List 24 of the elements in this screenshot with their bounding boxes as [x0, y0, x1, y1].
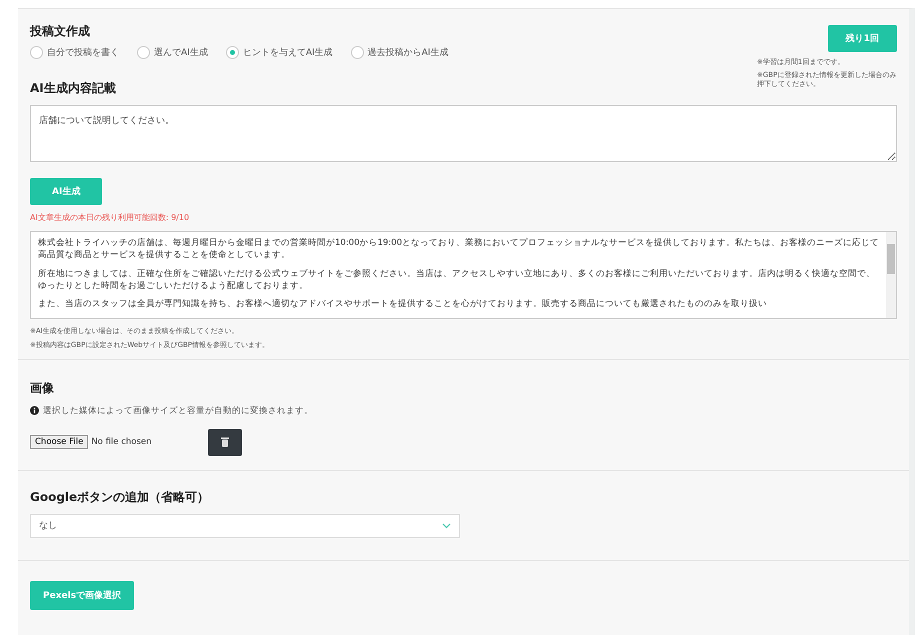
- section-title: 投稿文作成: [30, 23, 91, 40]
- trash-icon: [221, 437, 230, 448]
- file-status: No file chosen: [91, 437, 153, 448]
- info-icon: [30, 406, 39, 416]
- google-button-select[interactable]: なし: [30, 514, 460, 538]
- prompt-field[interactable]: 店舗について説明してください。: [30, 105, 897, 162]
- radio-label[interactable]: ヒントを与えてAI生成: [242, 46, 333, 59]
- section-title: Googleボタンの追加（省略可）: [30, 488, 210, 506]
- chevron-down-icon: [442, 522, 451, 529]
- radio-label[interactable]: 自分で投稿を書く: [47, 46, 119, 59]
- delete-button[interactable]: [208, 428, 242, 456]
- radio-button[interactable]: [30, 46, 43, 59]
- choose-file-button[interactable]: Choose File: [30, 435, 88, 450]
- radio-button[interactable]: [350, 46, 364, 59]
- generated-text-field[interactable]: 株式会社トライハッチの店舗は、毎週月曜日から金曜日までの営業時間が10:00から19:00となっており、業務においてプロフェッショナルなサービスを提供しております。私たちは、お客様のニーズに応じて高品質な商品とサービスを提供することを使命としています。 所在地につきましては、正確な住所をご確認いただける公式ウェブサイトをご参照ください。当店は、アクセスしやすい立地にあり、多くのお客様にご利用いただいております。店内は明るく快適な空間で、ゆったりとした時間をお過ごしいただけるよう配慮しております。 また、当店のスタッフは全員が専門知識を持ち、お客様へ適切なアドバイスやサポートを提供することを心がけております。販売する商品についても厳選されたもののみを取り扱い: [30, 231, 897, 320]
- scrollbar[interactable]: [886, 232, 896, 318]
- section-title: AI生成内容記載: [30, 80, 116, 98]
- section-title: 画像: [30, 380, 54, 397]
- info-text: 選択した媒体によって画像サイズと容量が自動的に変換されます。: [43, 404, 313, 417]
- radio-label[interactable]: 選んでAI生成: [154, 46, 208, 59]
- radio-button[interactable]: [226, 46, 239, 59]
- radio-button[interactable]: [137, 46, 150, 59]
- usage-notice: AI文章生成の本日の残り利用可能回数: 9/10: [30, 212, 190, 224]
- radio-label[interactable]: 過去投稿からAI生成: [368, 46, 448, 59]
